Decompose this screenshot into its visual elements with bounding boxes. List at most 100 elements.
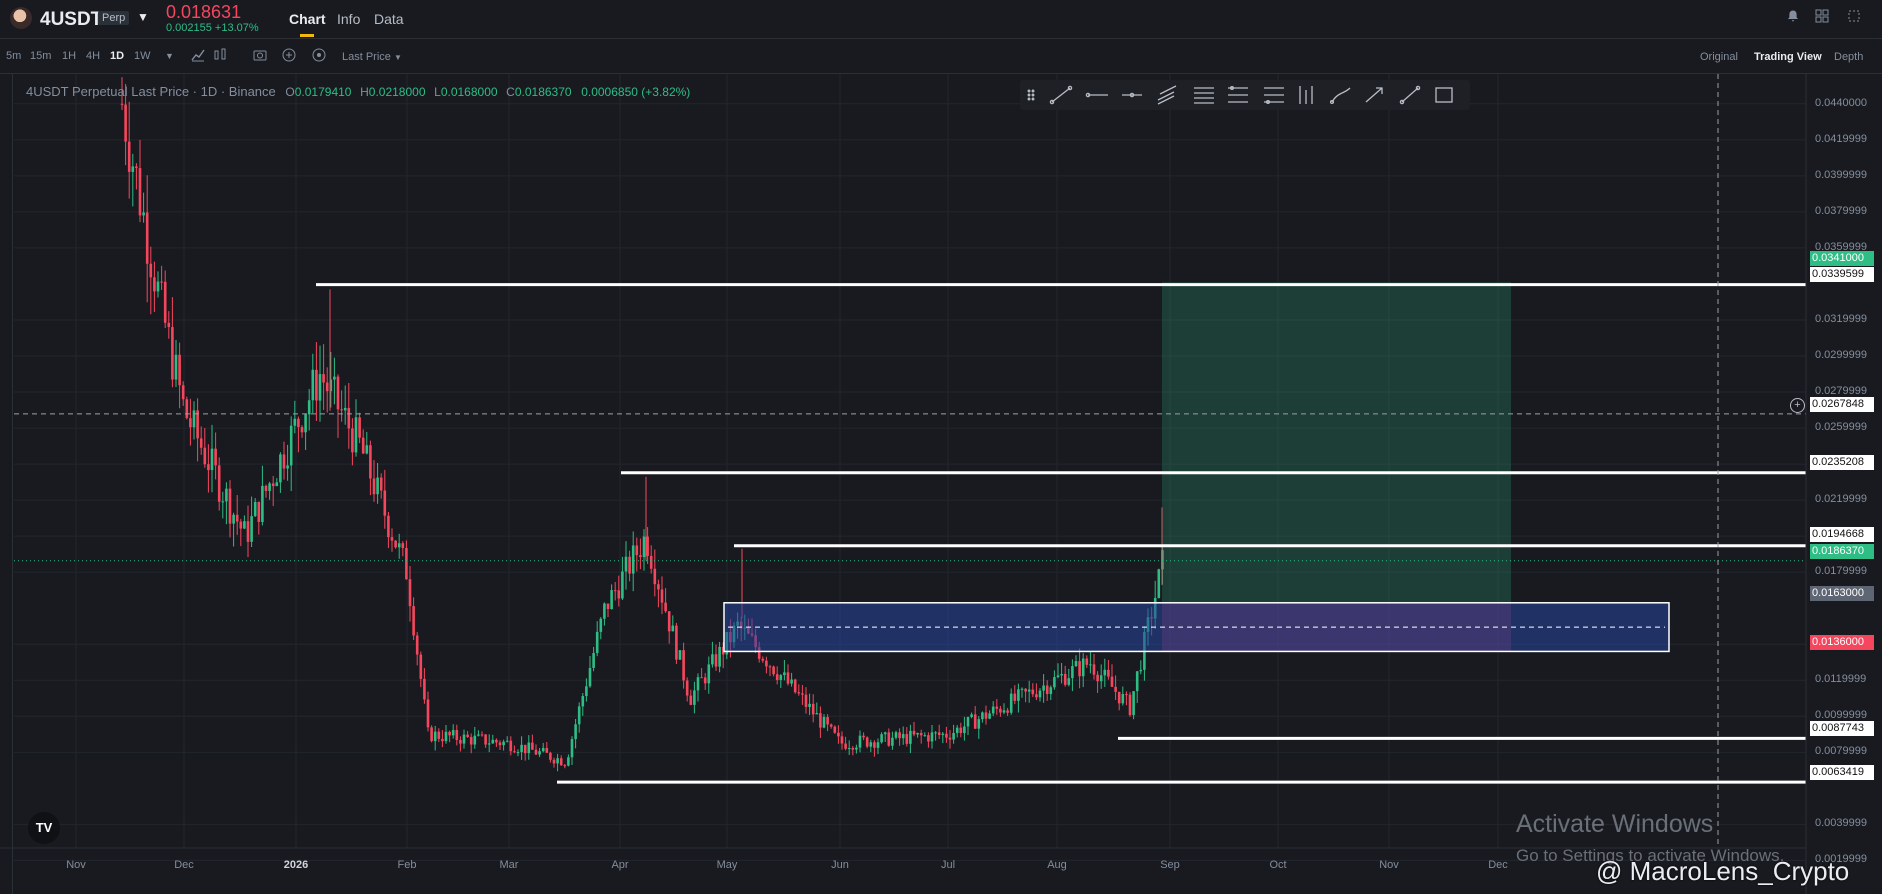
candle-body bbox=[682, 650, 685, 681]
candle-body bbox=[671, 625, 675, 632]
candle-body bbox=[786, 672, 790, 684]
candle-body bbox=[376, 477, 379, 495]
rectangle-icon bbox=[1435, 87, 1453, 103]
candle-body bbox=[387, 515, 390, 538]
candle-body bbox=[966, 717, 970, 727]
view-trading-view[interactable]: Trading View bbox=[1754, 51, 1822, 63]
y-tick-label: 0.0039999 bbox=[1815, 817, 1867, 830]
candle-body bbox=[289, 425, 293, 466]
y-tick-label: 0.0219999 bbox=[1815, 493, 1867, 506]
candle-body bbox=[527, 742, 531, 754]
symbol-name[interactable]: 4USDT bbox=[40, 9, 102, 31]
timeframe-4h[interactable]: 4H bbox=[86, 50, 100, 62]
candle-body bbox=[855, 747, 858, 750]
candle-body bbox=[1056, 675, 1060, 678]
candle-body bbox=[397, 543, 401, 548]
candle-body bbox=[505, 740, 509, 742]
candle-body bbox=[970, 714, 973, 718]
candle-body bbox=[531, 742, 534, 750]
candle-body bbox=[1132, 691, 1135, 716]
tradingview-logo[interactable]: TV bbox=[28, 812, 60, 844]
candle-body bbox=[149, 263, 153, 278]
view-original[interactable]: Original bbox=[1700, 51, 1738, 63]
add-alert-icon[interactable]: + bbox=[1790, 398, 1805, 413]
candle-body bbox=[300, 427, 304, 433]
candle-body bbox=[451, 730, 455, 736]
level-label-1: 0.0339599 bbox=[1810, 267, 1874, 282]
candle-body bbox=[941, 733, 945, 735]
candle-body bbox=[923, 735, 927, 737]
y-tick-label: 0.0099999 bbox=[1815, 709, 1867, 722]
y-tick-label: 0.0079999 bbox=[1815, 745, 1867, 758]
legend-open: 0.0179410 bbox=[294, 85, 352, 99]
candle-body bbox=[228, 488, 232, 524]
candle-body bbox=[462, 734, 466, 744]
candle-body bbox=[667, 611, 671, 632]
settings-circle-icon[interactable] bbox=[311, 47, 327, 63]
perp-badge: Perp bbox=[98, 11, 130, 25]
candle-body bbox=[898, 732, 901, 739]
candle-body bbox=[1024, 688, 1027, 692]
candle-body bbox=[174, 354, 178, 380]
candle-body bbox=[639, 555, 642, 558]
candle-body bbox=[660, 589, 664, 603]
candle-body bbox=[419, 654, 423, 679]
tab-data[interactable]: Data bbox=[374, 11, 404, 27]
candle-body bbox=[343, 407, 347, 411]
candle-body bbox=[491, 739, 495, 744]
price-type-select[interactable]: Last Price ▼ bbox=[342, 51, 402, 63]
candle-body bbox=[131, 166, 135, 172]
candle-body bbox=[844, 743, 847, 749]
add-circle-icon[interactable] bbox=[281, 47, 297, 63]
price-chart[interactable] bbox=[0, 74, 1882, 894]
tab-info[interactable]: Info bbox=[337, 11, 360, 27]
horizontal-line-icon bbox=[1122, 92, 1142, 98]
timeframe-5m[interactable]: 5m bbox=[6, 50, 21, 62]
candle-body bbox=[631, 545, 635, 574]
entry-price-label: 0.0163000 bbox=[1810, 586, 1874, 601]
candle-body bbox=[1125, 694, 1128, 696]
chevron-down-icon[interactable]: ▼ bbox=[137, 10, 149, 24]
candle-body bbox=[484, 734, 487, 745]
x-tick-label: Mar bbox=[499, 859, 519, 871]
candle-body bbox=[840, 736, 844, 744]
expand-icon[interactable] bbox=[1845, 9, 1863, 27]
camera-icon[interactable] bbox=[252, 47, 268, 63]
candle-body bbox=[984, 712, 988, 719]
indicators-icon[interactable] bbox=[190, 47, 206, 63]
bell-icon[interactable] bbox=[1784, 9, 1802, 27]
top-bar: 4USDT Perp ▼ 0.018631 0.002155 +13.07% C… bbox=[0, 0, 1882, 39]
candle-body bbox=[250, 516, 253, 542]
view-depth[interactable]: Depth bbox=[1834, 51, 1863, 63]
candle-body bbox=[433, 731, 437, 742]
candle-body bbox=[1013, 693, 1017, 701]
timeframe-1w[interactable]: 1W bbox=[134, 50, 151, 62]
candle-body bbox=[358, 417, 361, 438]
chart-style-icon[interactable] bbox=[212, 47, 228, 63]
candle-body bbox=[696, 677, 700, 691]
candle-body bbox=[797, 692, 801, 694]
candle-body bbox=[408, 579, 412, 607]
candle-body bbox=[369, 445, 372, 479]
timeframe-more-icon[interactable]: ▼ bbox=[165, 51, 174, 61]
candle-body bbox=[545, 747, 549, 753]
candle-body bbox=[790, 679, 793, 684]
candle-body bbox=[635, 545, 639, 556]
candle-body bbox=[664, 602, 667, 612]
timeframe-1h[interactable]: 1H bbox=[62, 50, 76, 62]
candle-body bbox=[336, 376, 340, 410]
candle-body bbox=[649, 555, 653, 569]
candle-body bbox=[981, 712, 984, 720]
candle-body bbox=[1042, 685, 1045, 691]
candle-body bbox=[811, 703, 815, 715]
candle-body bbox=[829, 724, 833, 727]
timeframe-1d[interactable]: 1D bbox=[110, 50, 124, 62]
tab-chart[interactable]: Chart bbox=[289, 11, 326, 27]
candle-body bbox=[819, 713, 822, 728]
candle-body bbox=[390, 537, 394, 541]
layout-grid-icon[interactable] bbox=[1813, 9, 1831, 27]
y-tick-label: 0.0259999 bbox=[1815, 421, 1867, 434]
candle-body bbox=[599, 618, 603, 632]
candle-body bbox=[311, 369, 315, 401]
timeframe-15m[interactable]: 15m bbox=[30, 50, 51, 62]
